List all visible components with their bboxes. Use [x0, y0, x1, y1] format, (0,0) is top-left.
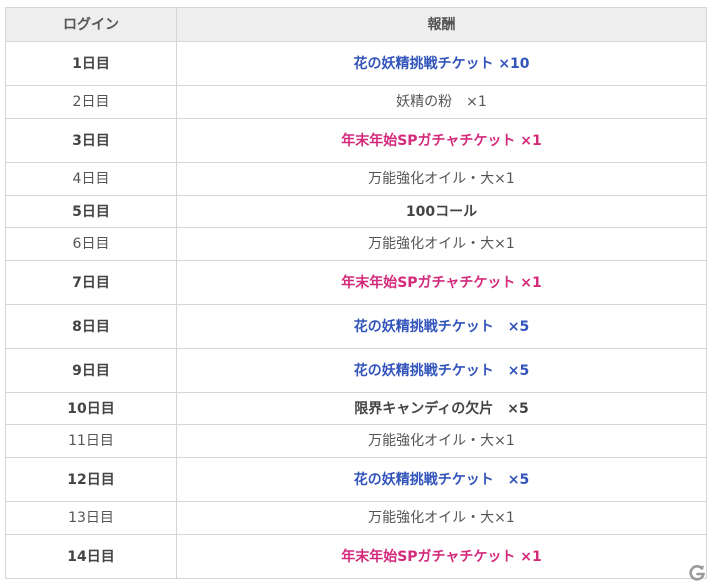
reward-text: 年末年始SPガチャチケット ×1	[341, 548, 542, 565]
reward-cell: 花の妖精挑戦チケット ×5	[176, 457, 707, 502]
table-row: 3日目 年末年始SPガチャチケット ×1	[5, 118, 707, 163]
reward-text: 花の妖精挑戦チケット ×10	[353, 55, 530, 72]
table-row: 10日目 限界キャンディの欠片 ×5	[5, 392, 707, 425]
table-row: 11日目 万能強化オイル・大×1	[5, 424, 707, 458]
reward-cell: 万能強化オイル・大×1	[176, 501, 707, 535]
reward-cell: 年末年始SPガチャチケット ×1	[176, 118, 707, 163]
reward-cell: 年末年始SPガチャチケット ×1	[176, 260, 707, 305]
reward-cell: 妖精の粉 ×1	[176, 85, 707, 119]
reward-cell: 年末年始SPガチャチケット ×1	[176, 534, 707, 579]
login-day-cell: 1日目	[5, 41, 177, 86]
table-header-row: ログイン 報酬	[5, 7, 707, 42]
reward-text: 年末年始SPガチャチケット ×1	[341, 274, 542, 291]
reward-text: 年末年始SPガチャチケット ×1	[341, 132, 542, 149]
login-day-cell: 7日目	[5, 260, 177, 305]
reward-cell: 万能強化オイル・大×1	[176, 227, 707, 261]
table-row: 14日目 年末年始SPガチャチケット ×1	[5, 534, 707, 579]
reward-cell: 万能強化オイル・大×1	[176, 162, 707, 196]
login-day-cell: 14日目	[5, 534, 177, 579]
reward-text: 妖精の粉 ×1	[396, 94, 487, 110]
login-day-cell: 11日目	[5, 424, 177, 458]
reward-text: 万能強化オイル・大×1	[368, 171, 515, 187]
column-header-login: ログイン	[5, 7, 177, 42]
login-day-cell: 9日目	[5, 348, 177, 393]
table-row: 9日目 花の妖精挑戦チケット ×5	[5, 348, 707, 393]
login-day-cell: 12日目	[5, 457, 177, 502]
reward-text: 花の妖精挑戦チケット ×5	[353, 471, 530, 488]
reward-text: 限界キャンディの欠片 ×5	[354, 400, 529, 417]
reward-text: 万能強化オイル・大×1	[368, 510, 515, 526]
reward-cell: 花の妖精挑戦チケット ×5	[176, 304, 707, 349]
reward-cell: 花の妖精挑戦チケット ×10	[176, 41, 707, 86]
login-day-cell: 13日目	[5, 501, 177, 535]
login-day-cell: 4日目	[5, 162, 177, 196]
login-day-cell: 10日目	[5, 392, 177, 425]
table-row: 1日目 花の妖精挑戦チケット ×10	[5, 41, 707, 86]
reward-cell: 万能強化オイル・大×1	[176, 424, 707, 458]
login-day-cell: 3日目	[5, 118, 177, 163]
table-row: 4日目 万能強化オイル・大×1	[5, 162, 707, 196]
table-row: 8日目 花の妖精挑戦チケット ×5	[5, 304, 707, 349]
table-row: 7日目 年末年始SPガチャチケット ×1	[5, 260, 707, 305]
login-day-cell: 2日目	[5, 85, 177, 119]
column-header-reward: 報酬	[176, 7, 707, 42]
login-day-cell: 5日目	[5, 195, 177, 228]
reward-cell: 限界キャンディの欠片 ×5	[176, 392, 707, 425]
table-row: 5日目 100コール	[5, 195, 707, 228]
reward-cell: 100コール	[176, 195, 707, 228]
table-row: 12日目 花の妖精挑戦チケット ×5	[5, 457, 707, 502]
login-bonus-table: ログイン 報酬 1日目 花の妖精挑戦チケット ×10 2日目 妖精の粉 ×1 3日目 年末…	[5, 7, 707, 579]
table-row: 13日目 万能強化オイル・大×1	[5, 501, 707, 535]
table-row: 6日目 万能強化オイル・大×1	[5, 227, 707, 261]
login-day-cell: 6日目	[5, 227, 177, 261]
reward-cell: 花の妖精挑戦チケット ×5	[176, 348, 707, 393]
login-day-cell: 8日目	[5, 304, 177, 349]
reward-text: 万能強化オイル・大×1	[368, 236, 515, 252]
reward-text: 花の妖精挑戦チケット ×5	[353, 318, 530, 335]
table-row: 2日目 妖精の粉 ×1	[5, 85, 707, 119]
gamer-logo-icon	[689, 565, 706, 581]
reward-text: 万能強化オイル・大×1	[368, 433, 515, 449]
reward-text: 花の妖精挑戦チケット ×5	[353, 362, 530, 379]
reward-text: 100コール	[405, 203, 478, 220]
